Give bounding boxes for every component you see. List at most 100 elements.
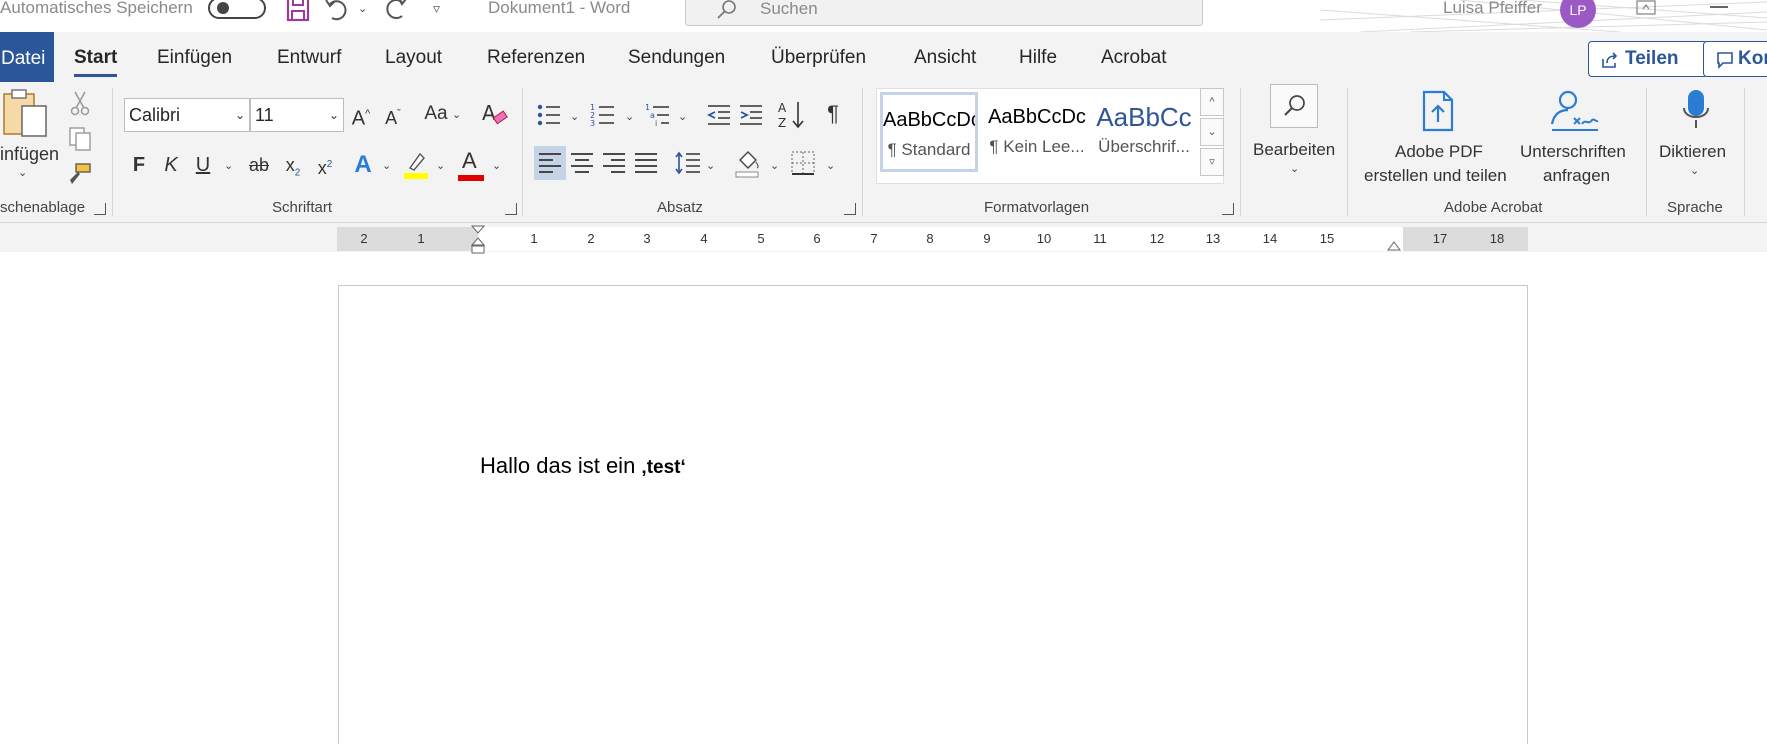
multilevel-dropdown-icon[interactable]: ⌄ — [678, 110, 687, 123]
shading-dropdown-icon[interactable]: ⌄ — [770, 159, 779, 172]
ribbon-display-icon[interactable] — [1636, 0, 1656, 20]
change-case-button[interactable]: Aa — [418, 99, 454, 129]
increase-indent-icon[interactable] — [738, 102, 764, 132]
request-signatures-icon[interactable] — [1550, 90, 1600, 136]
request-signatures-label-2[interactable]: anfragen — [1543, 164, 1610, 188]
save-icon[interactable] — [286, 0, 310, 26]
bullets-icon[interactable] — [536, 102, 562, 132]
autosave-toggle[interactable] — [208, 0, 266, 19]
style-standard[interactable]: AaBbCcDc ¶ Standard — [880, 92, 978, 172]
redo-icon[interactable] — [382, 0, 408, 26]
cut-icon[interactable] — [70, 90, 90, 120]
tab-view[interactable]: Ansicht — [914, 47, 976, 69]
copy-icon[interactable] — [68, 126, 92, 156]
undo-dropdown-icon[interactable]: ⌄ — [358, 2, 367, 15]
editing-button[interactable] — [1270, 84, 1318, 128]
shading-icon[interactable] — [734, 148, 762, 182]
show-marks-button[interactable]: ¶ — [818, 99, 848, 129]
tab-acrobat[interactable]: Acrobat — [1101, 47, 1166, 69]
microphone-icon[interactable] — [1680, 88, 1712, 136]
tab-mailings[interactable]: Sendungen — [628, 47, 725, 69]
horizontal-ruler[interactable]: 2 1 1 2 3 4 5 6 7 8 9 10 11 12 13 14 15 … — [337, 225, 1528, 254]
style-sample: AaBbCcDc — [883, 109, 975, 131]
search-icon — [716, 0, 738, 25]
ruler-label: 9 — [983, 231, 991, 246]
create-pdf-label-2[interactable]: erstellen und teilen — [1364, 164, 1507, 188]
line-spacing-icon[interactable] — [674, 150, 702, 180]
paragraph-launcher-icon[interactable] — [844, 203, 856, 215]
underline-dropdown-icon[interactable]: ⌄ — [224, 159, 233, 172]
right-indent-marker-icon[interactable] — [1386, 239, 1402, 251]
tab-file[interactable]: Datei — [0, 32, 54, 82]
tab-references[interactable]: Referenzen — [487, 47, 585, 69]
comments-button[interactable]: Kor — [1703, 41, 1767, 77]
multilevel-list-icon[interactable]: 1ai — [645, 102, 671, 132]
text-effects-dropdown-icon[interactable]: ⌄ — [382, 159, 391, 172]
numbering-icon[interactable]: 123 — [590, 102, 616, 132]
document-body-text[interactable]: Hallo das ist ein ‚test‘ — [480, 453, 686, 479]
paste-button[interactable] — [0, 88, 52, 142]
create-pdf-label-1[interactable]: Adobe PDF — [1395, 140, 1483, 164]
styles-scroll-down-icon[interactable]: ⌄ — [1200, 118, 1224, 146]
paste-label[interactable]: infügen — [0, 142, 59, 166]
share-button[interactable]: Teilen — [1588, 41, 1708, 77]
document-page[interactable]: Hallo das ist ein ‚test‘ — [338, 285, 1528, 744]
strikethrough-button[interactable]: ab — [244, 150, 274, 180]
tab-layout[interactable]: Layout — [385, 47, 442, 69]
customize-qat-icon[interactable]: ▿ — [433, 0, 440, 17]
tab-insert[interactable]: Einfügen — [157, 47, 232, 69]
text-effects-button[interactable]: A — [348, 150, 378, 180]
user-name[interactable]: Luisa Pfeiffer — [1443, 0, 1542, 18]
editing-dropdown-icon[interactable]: ⌄ — [1290, 162, 1299, 175]
bold-button[interactable]: F — [124, 150, 154, 180]
comment-icon — [1717, 52, 1733, 69]
underline-button[interactable]: U — [188, 150, 218, 180]
font-color-dropdown-icon[interactable]: ⌄ — [492, 159, 501, 172]
borders-icon[interactable] — [790, 150, 816, 180]
format-painter-icon[interactable] — [66, 162, 92, 190]
font-size-combo[interactable]: 11 ⌄ — [250, 98, 344, 132]
styles-launcher-icon[interactable] — [1222, 203, 1234, 215]
align-center-icon[interactable] — [570, 152, 594, 178]
italic-button[interactable]: K — [156, 150, 186, 180]
styles-more-icon[interactable]: ▿ — [1200, 148, 1224, 176]
search-box[interactable]: Suchen — [685, 0, 1203, 26]
superscript-button[interactable]: x2 — [310, 150, 340, 180]
shrink-font-icon[interactable]: Aˇ — [378, 99, 408, 129]
style-no-spacing[interactable]: AaBbCcDc ¶ Kein Lee... — [988, 92, 1086, 172]
highlight-dropdown-icon[interactable]: ⌄ — [436, 159, 445, 172]
styles-scroll-up-icon[interactable]: ^ — [1200, 88, 1224, 116]
paste-dropdown-icon[interactable]: ⌄ — [18, 166, 27, 179]
clipboard-launcher-icon[interactable] — [94, 203, 106, 215]
indent-marker-icon[interactable] — [470, 225, 486, 255]
align-right-icon[interactable] — [602, 152, 626, 178]
tab-start[interactable]: Start — [74, 47, 117, 69]
borders-dropdown-icon[interactable]: ⌄ — [826, 159, 835, 172]
bullets-dropdown-icon[interactable]: ⌄ — [570, 110, 579, 123]
highlight-icon[interactable] — [402, 150, 430, 184]
decrease-indent-icon[interactable] — [706, 102, 732, 132]
grow-font-icon[interactable]: A^ — [346, 99, 376, 130]
clear-formatting-icon[interactable]: A — [480, 100, 508, 132]
numbering-dropdown-icon[interactable]: ⌄ — [625, 110, 634, 123]
align-left-button[interactable] — [534, 146, 566, 180]
editing-label[interactable]: Bearbeiten — [1253, 138, 1335, 162]
subscript-button[interactable]: x2 — [278, 150, 308, 180]
undo-icon[interactable] — [324, 0, 350, 26]
create-pdf-icon[interactable] — [1420, 90, 1456, 136]
change-case-dropdown-icon[interactable]: ⌄ — [452, 108, 461, 121]
font-name-combo[interactable]: Calibri ⌄ — [124, 98, 250, 132]
request-signatures-label-1[interactable]: Unterschriften — [1520, 140, 1626, 164]
dictate-label[interactable]: Diktieren — [1659, 140, 1726, 164]
style-heading[interactable]: AaBbCc Überschrif... — [1096, 92, 1192, 172]
tab-help[interactable]: Hilfe — [1019, 47, 1057, 69]
dictate-dropdown-icon[interactable]: ⌄ — [1690, 164, 1699, 177]
line-spacing-dropdown-icon[interactable]: ⌄ — [706, 159, 715, 172]
justify-icon[interactable] — [634, 152, 658, 178]
tab-review[interactable]: Überprüfen — [771, 47, 866, 69]
title-decoration — [1320, 0, 1767, 32]
tab-design[interactable]: Entwurf — [277, 47, 341, 69]
minimize-icon[interactable] — [1710, 6, 1728, 8]
sort-icon[interactable]: AZ — [778, 100, 806, 134]
font-launcher-icon[interactable] — [505, 203, 517, 215]
